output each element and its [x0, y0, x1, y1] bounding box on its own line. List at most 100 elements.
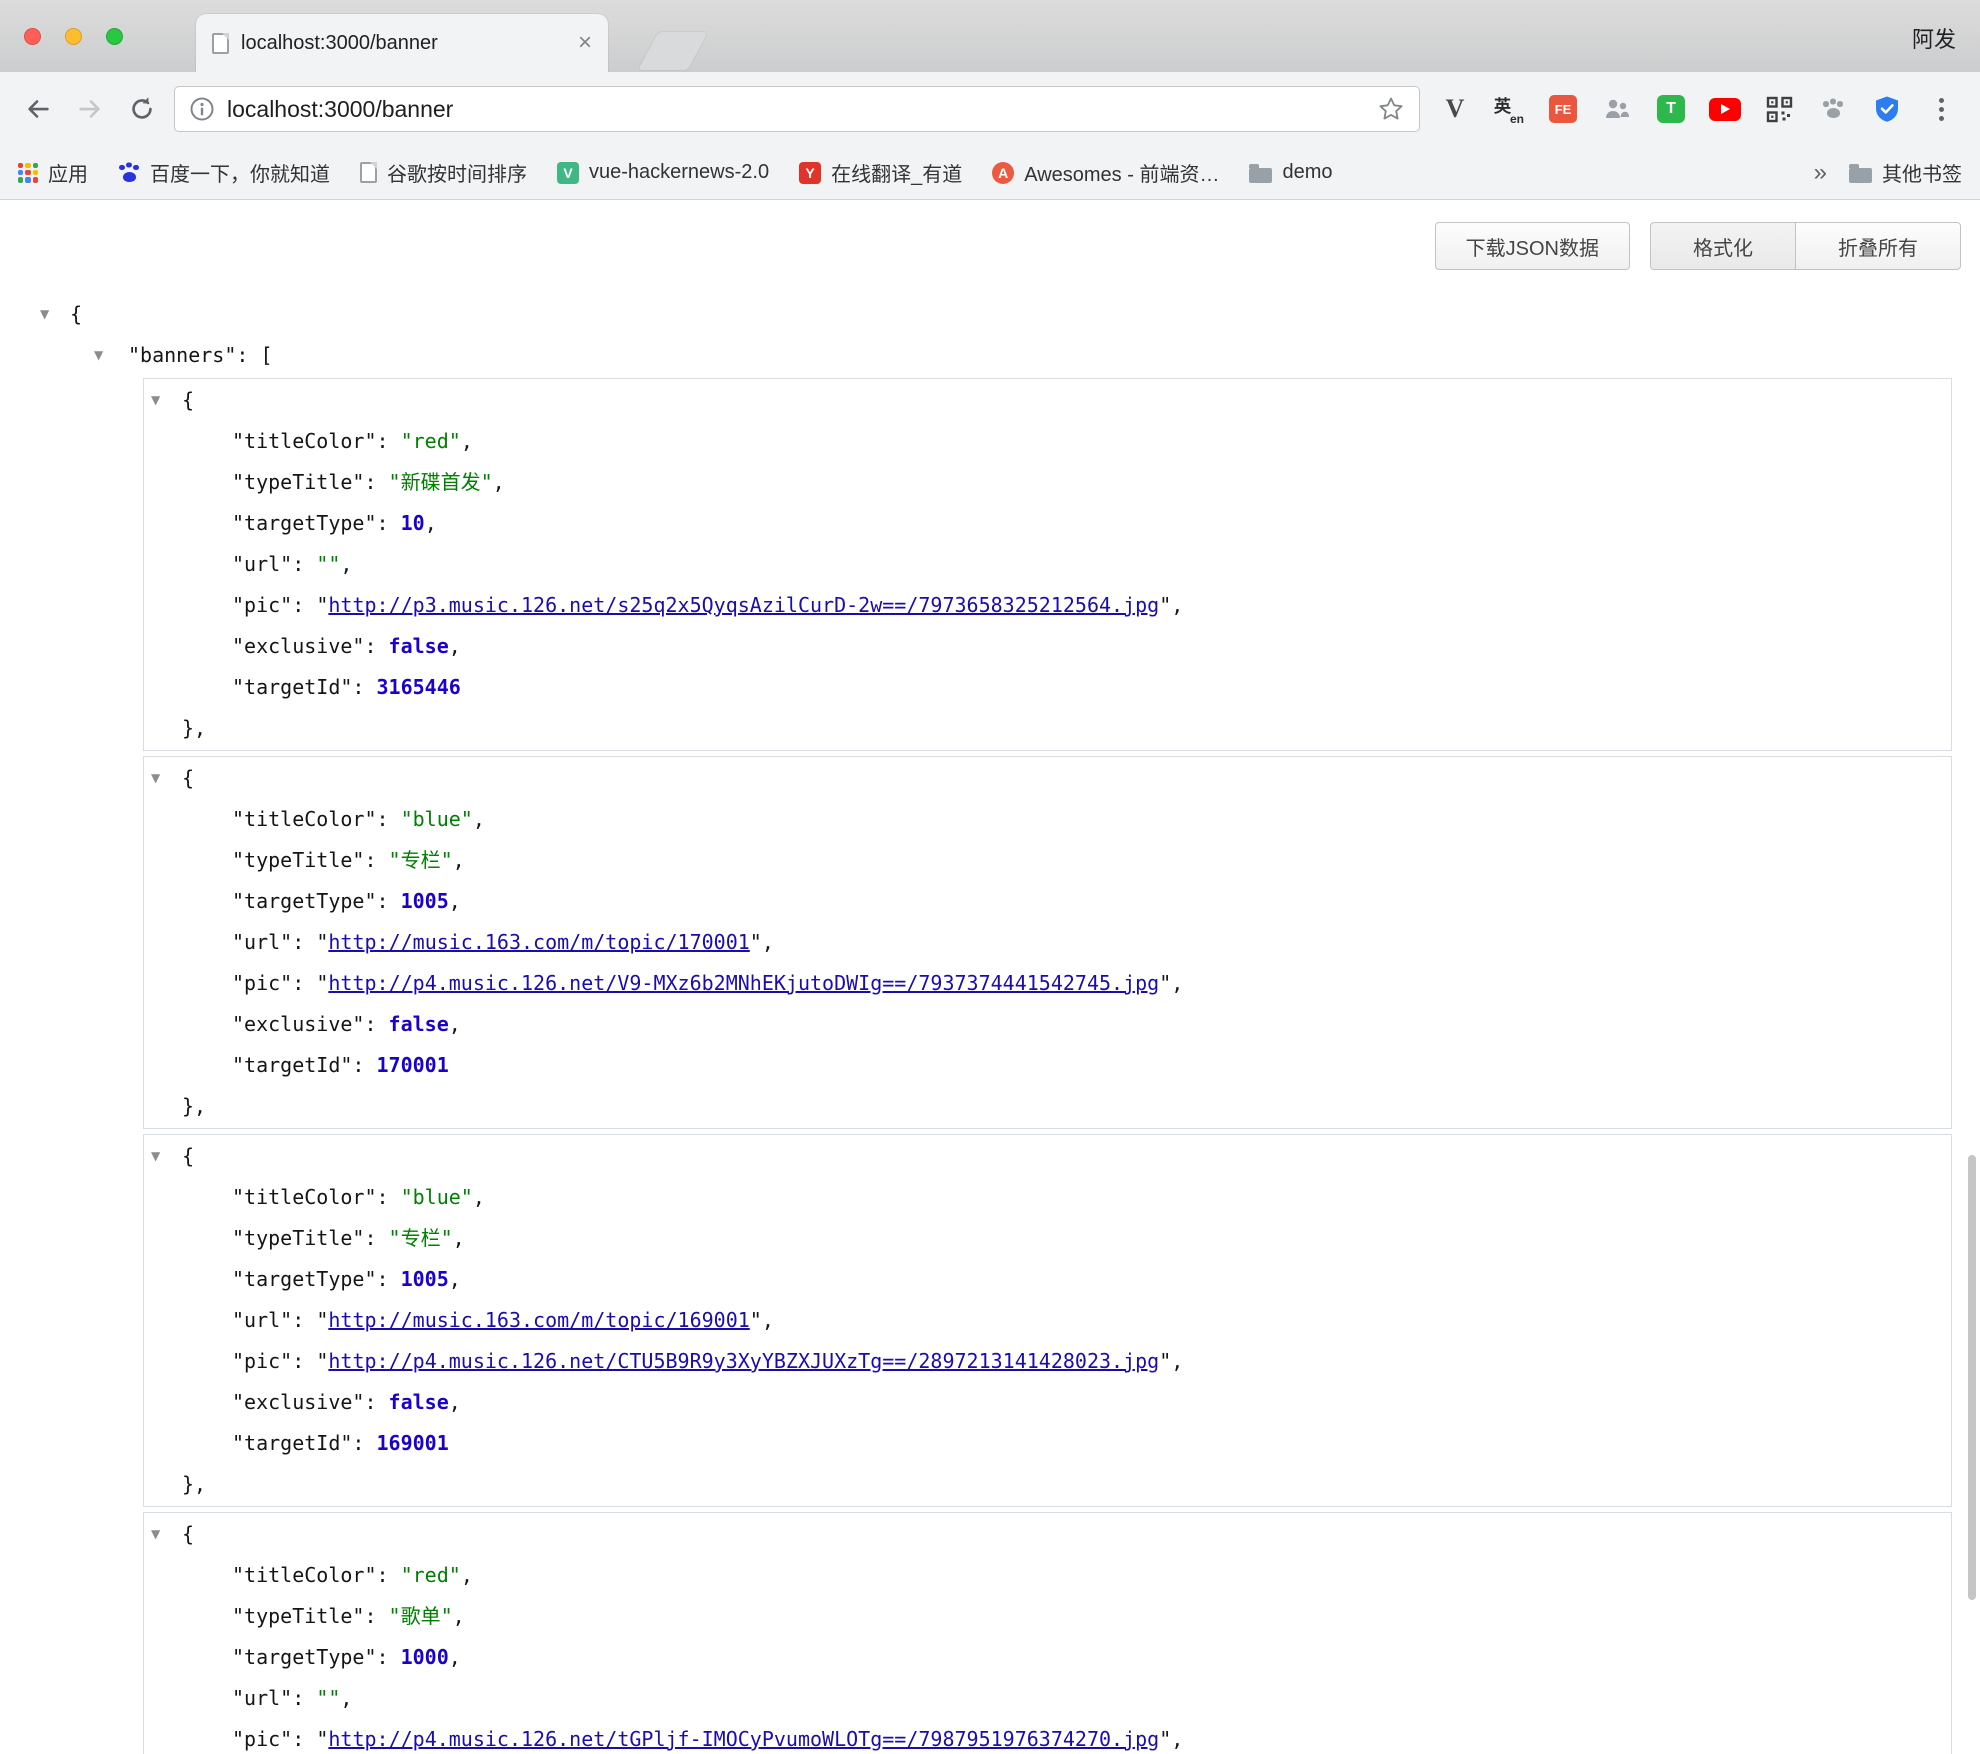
json-token: :	[377, 429, 401, 453]
green-t-extension-icon[interactable]: T	[1648, 86, 1694, 132]
json-token: "	[1159, 971, 1171, 995]
bookmarks-items: 应用 百度一下，你就知道 谷歌按时间排序 Vvue-hackernews-2.0 Y在线…	[18, 158, 1814, 187]
minimize-window-button[interactable]	[65, 28, 82, 45]
json-link[interactable]: http://p4.music.126.net/tGPljf-IMOCyPvum…	[328, 1727, 1159, 1751]
vimium-extension-icon[interactable]: V	[1432, 86, 1478, 132]
json-token: "blue"	[401, 1185, 473, 1209]
json-token: "专栏"	[389, 1226, 453, 1250]
bookmark-item[interactable]: demo	[1249, 161, 1332, 184]
browser-menu-icon[interactable]	[1918, 86, 1964, 132]
bookmark-item[interactable]: 百度一下，你就知道	[118, 158, 330, 187]
org-people-extension-icon[interactable]	[1594, 86, 1640, 132]
json-object-close-line: },	[144, 1464, 1951, 1505]
json-token: ,	[425, 511, 437, 535]
json-token: "歌单"	[389, 1604, 453, 1628]
json-token: ,	[493, 470, 505, 494]
json-token: "targetId"	[232, 1431, 352, 1455]
json-token: 170001	[377, 1053, 449, 1077]
collapse-toggle-icon[interactable]: ▼	[151, 1514, 160, 1555]
json-token: ,	[473, 1185, 485, 1209]
json-token: false	[389, 1390, 449, 1414]
translate-extension-icon[interactable]: 英 en	[1486, 86, 1532, 132]
collapse-toggle-icon[interactable]: ▼	[94, 335, 103, 376]
json-token: ,	[762, 930, 774, 954]
json-token: "blue"	[401, 807, 473, 831]
url-text[interactable]: localhost:3000/banner	[227, 96, 1377, 123]
json-property-line: "pic": "http://p4.music.126.net/V9-MXz6b…	[144, 963, 1951, 1004]
new-tab-button[interactable]	[638, 32, 708, 70]
json-token: "	[1159, 1727, 1171, 1751]
json-token: "targetType"	[232, 889, 377, 913]
json-token: :	[364, 1390, 388, 1414]
json-property-line: "titleColor": "red",	[144, 1555, 1951, 1596]
json-token: ,	[461, 429, 473, 453]
json-property-line: "exclusive": false,	[144, 1004, 1951, 1045]
collapse-toggle-icon[interactable]: ▼	[151, 1136, 160, 1177]
json-link[interactable]: http://p4.music.126.net/V9-MXz6b2MNhEKju…	[328, 971, 1159, 995]
collapse-toggle-icon[interactable]: ▼	[151, 758, 160, 799]
json-property-line: "targetType": 1005,	[144, 1259, 1951, 1300]
json-token: 3165446	[377, 675, 461, 699]
json-token: :	[364, 634, 388, 658]
json-token: },	[182, 1472, 206, 1496]
json-property-line: "titleColor": "blue",	[144, 799, 1951, 840]
bookmark-item[interactable]: 谷歌按时间排序	[360, 158, 527, 187]
json-token: "	[316, 930, 328, 954]
bookmark-item[interactable]: 应用	[18, 158, 88, 187]
scrollbar-thumb[interactable]	[1968, 1155, 1976, 1600]
reload-button[interactable]	[116, 83, 168, 135]
json-token: "pic"	[232, 593, 292, 617]
collapse-all-button[interactable]: 折叠所有	[1795, 222, 1961, 270]
back-button[interactable]	[12, 83, 64, 135]
format-collapse-group: 格式化 折叠所有	[1650, 222, 1961, 270]
bookmark-item[interactable]: Vvue-hackernews-2.0	[557, 161, 769, 184]
json-object-open-line: ▼{	[144, 1514, 1951, 1555]
json-token: {	[182, 766, 194, 790]
fe-extension-icon[interactable]: FE	[1540, 86, 1586, 132]
folder-icon	[1849, 168, 1872, 183]
json-link[interactable]: http://music.163.com/m/topic/170001	[328, 930, 749, 954]
profile-name[interactable]: 阿发	[1912, 22, 1956, 54]
fullscreen-window-button[interactable]	[106, 28, 123, 45]
json-token: "red"	[401, 429, 461, 453]
json-property-line: "pic": "http://p4.music.126.net/tGPljf-I…	[144, 1719, 1951, 1754]
youtube-extension-icon[interactable]	[1702, 86, 1748, 132]
json-token: },	[182, 716, 206, 740]
json-tree: ▼{▼"banners": [▼{"titleColor": "red","ty…	[0, 294, 1980, 1754]
json-token: :	[292, 1349, 316, 1373]
format-button[interactable]: 格式化	[1650, 222, 1795, 270]
page-info-icon[interactable]	[189, 96, 215, 122]
collapse-toggle-icon[interactable]: ▼	[151, 380, 160, 421]
bookmark-item[interactable]: AAwesomes - 前端资…	[992, 158, 1219, 187]
other-bookmarks[interactable]: 其他书签	[1849, 158, 1962, 187]
qr-code-extension-icon[interactable]	[1756, 86, 1802, 132]
download-json-button[interactable]: 下载JSON数据	[1435, 222, 1630, 270]
url-bar[interactable]: localhost:3000/banner	[174, 86, 1420, 132]
bookmark-star-icon[interactable]	[1377, 95, 1405, 123]
bookmark-label: 谷歌按时间排序	[387, 158, 527, 187]
tab-close-icon[interactable]: ×	[578, 31, 592, 55]
shield-check-extension-icon[interactable]	[1864, 86, 1910, 132]
json-token: : [	[236, 343, 272, 367]
json-property-line: "typeTitle": "专栏",	[144, 1218, 1951, 1259]
bookmarks-overflow-chevron[interactable]: »	[1814, 159, 1827, 187]
collapse-toggle-icon[interactable]: ▼	[40, 294, 49, 335]
json-link[interactable]: http://p3.music.126.net/s25q2x5QyqsAzilC…	[328, 593, 1159, 617]
browser-tab[interactable]: localhost:3000/banner ×	[196, 14, 608, 72]
json-token: ,	[762, 1308, 774, 1332]
json-token: "	[1159, 1349, 1171, 1373]
json-token: "typeTitle"	[232, 470, 364, 494]
close-window-button[interactable]	[24, 28, 41, 45]
json-token: 1005	[401, 889, 449, 913]
bookmark-item[interactable]: Y在线翻译_有道	[799, 158, 962, 187]
paw-extension-icon[interactable]	[1810, 86, 1856, 132]
json-token: :	[364, 470, 388, 494]
json-viewer-actions: 下载JSON数据 格式化 折叠所有	[1435, 222, 1961, 270]
json-token: ,	[340, 1686, 352, 1710]
vue-icon: V	[557, 162, 579, 184]
json-link[interactable]: http://music.163.com/m/topic/169001	[328, 1308, 749, 1332]
json-link[interactable]: http://p4.music.126.net/CTU5B9R9y3XyYBZX…	[328, 1349, 1159, 1373]
forward-button[interactable]	[64, 83, 116, 135]
json-token: "新碟首发"	[389, 470, 493, 494]
json-token: "url"	[232, 1686, 292, 1710]
